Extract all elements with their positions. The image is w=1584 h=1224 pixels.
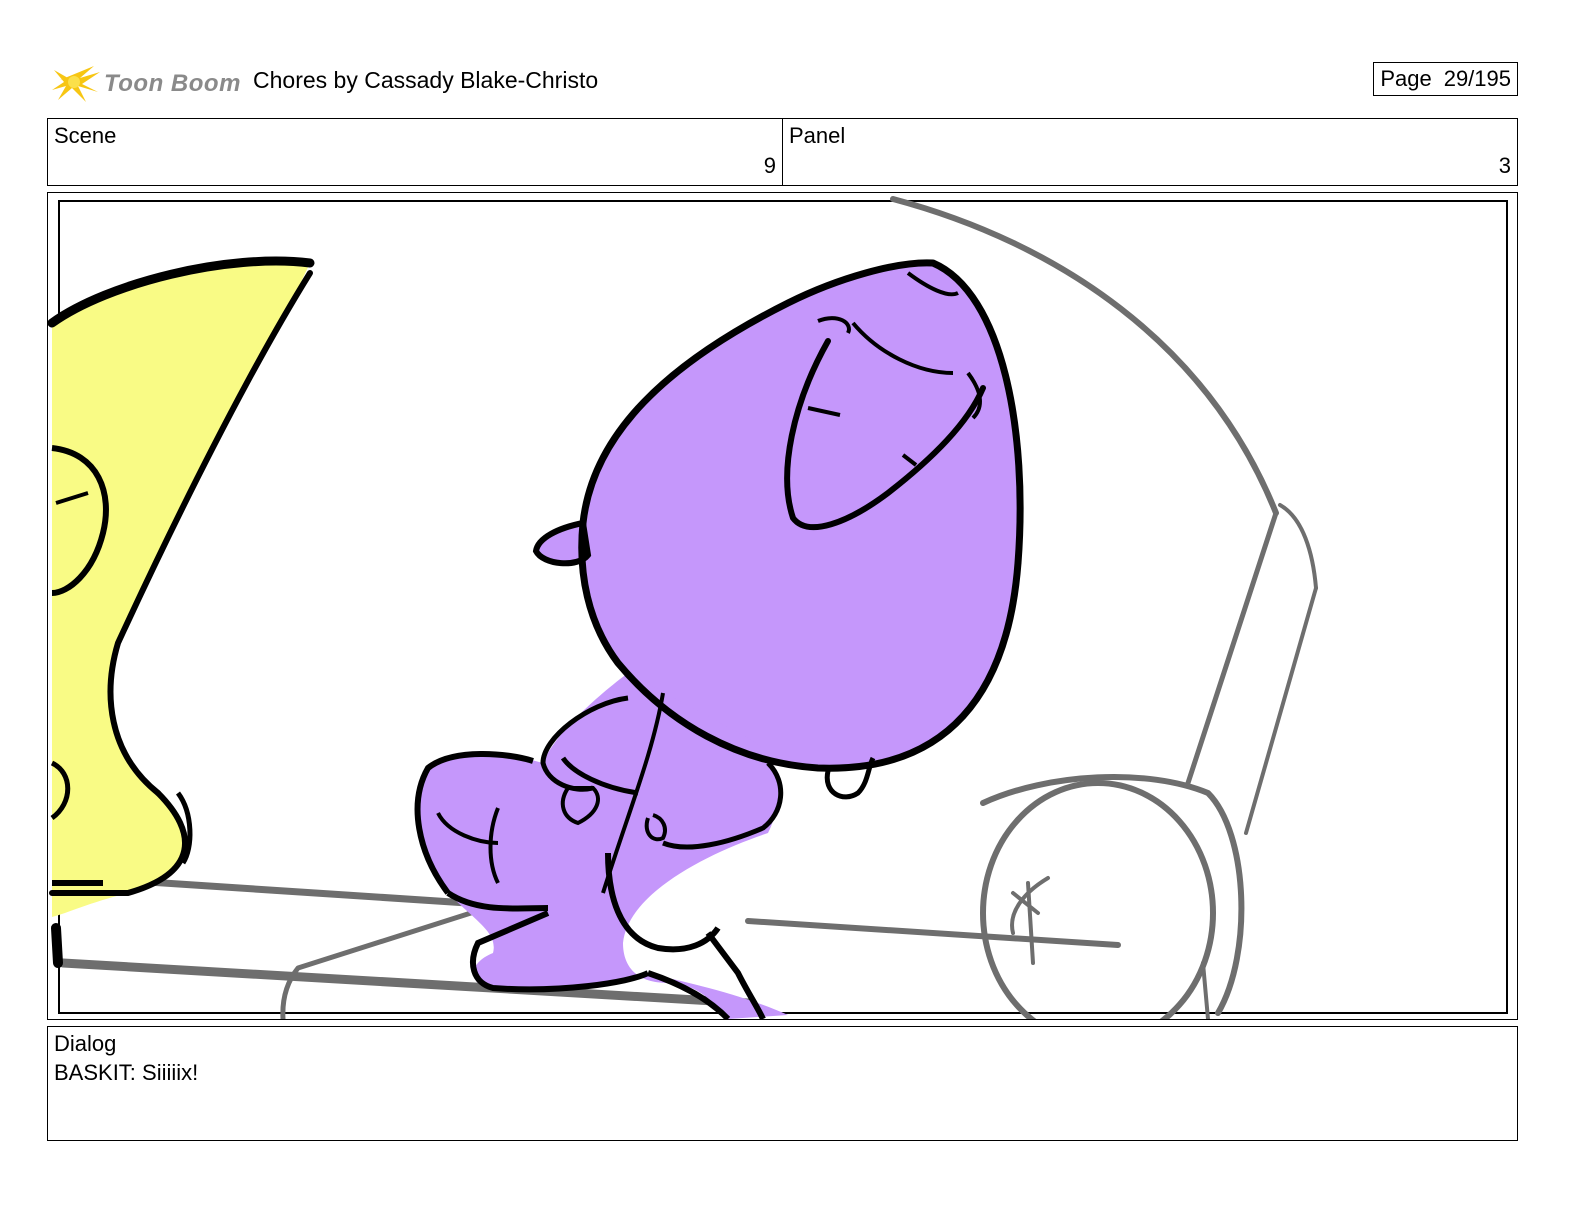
scene-cell: Scene 9 xyxy=(48,119,783,185)
dialog-box: Dialog BASKIT: Siiiiix! xyxy=(47,1026,1518,1141)
page-label: Page xyxy=(1380,66,1432,91)
panel-number: 3 xyxy=(1498,153,1511,178)
dialog-text: BASKIT: Siiiiix! xyxy=(54,1060,199,1085)
yellow-character xyxy=(48,256,315,968)
scene-label: Scene xyxy=(54,123,117,148)
panel-cell: Panel 3 xyxy=(783,119,1517,185)
logo-text: Toon Boom xyxy=(104,70,241,97)
purple-character xyxy=(414,259,1024,1019)
page-header: Toon Boom Chores by Cassady Blake-Christ… xyxy=(50,52,1520,108)
toon-boom-logo: Toon Boom xyxy=(50,56,240,106)
storyboard-drawing xyxy=(48,196,1508,1019)
scene-number: 9 xyxy=(763,153,776,178)
scene-panel-row: Scene 9 Panel 3 xyxy=(47,118,1518,186)
panel-label: Panel xyxy=(789,123,846,148)
dialog-label: Dialog xyxy=(54,1031,117,1056)
storyboard-frame xyxy=(47,192,1518,1020)
starburst-icon xyxy=(52,66,100,102)
page-number: 29/195 xyxy=(1443,66,1511,91)
page-indicator: Page 29/195 xyxy=(1373,62,1518,96)
document-title: Chores by Cassady Blake-Christo xyxy=(253,67,599,93)
